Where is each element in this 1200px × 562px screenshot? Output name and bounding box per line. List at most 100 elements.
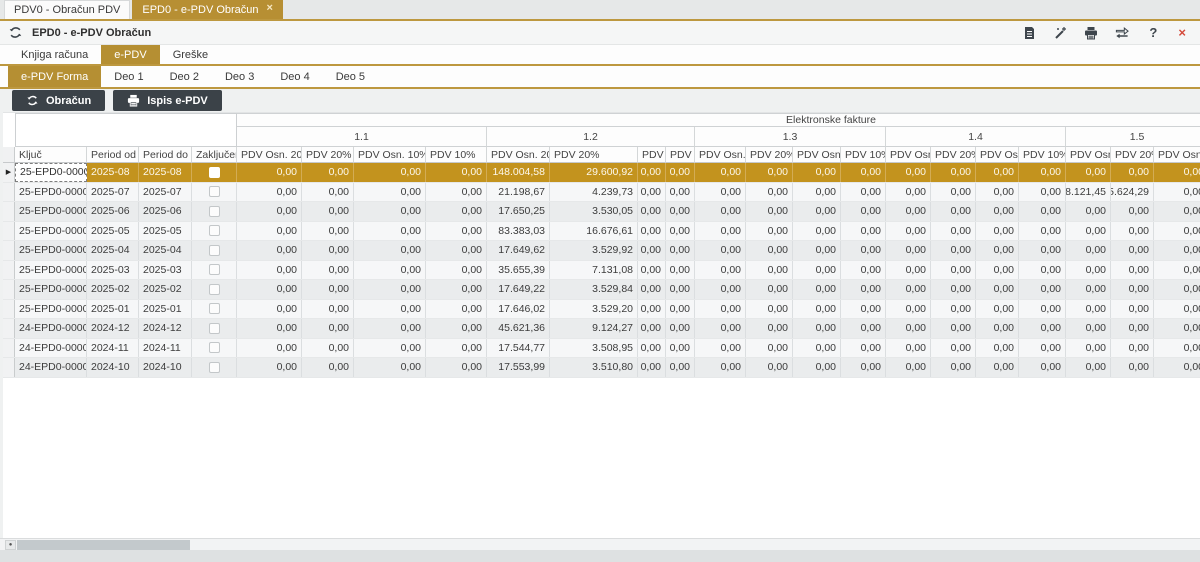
zakljucen-checkbox[interactable] <box>208 166 220 178</box>
cell-value[interactable]: 0,00 <box>886 280 931 299</box>
cell-value[interactable]: 7.131,08 <box>550 260 638 279</box>
cell-kljuc[interactable]: 25-EPD0-000002 <box>15 280 87 299</box>
cell-value[interactable]: 0,00 <box>1019 319 1066 338</box>
cell-period-od[interactable]: 2025-03 <box>87 260 139 279</box>
cell-period-do[interactable]: 2024-10 <box>139 358 192 377</box>
cell-value[interactable]: 0,00 <box>976 319 1019 338</box>
cell-kljuc[interactable]: 25-EPD0-000008 <box>15 163 87 182</box>
row-selector-cell[interactable] <box>3 221 15 240</box>
cell-value[interactable]: 0,00 <box>695 358 746 377</box>
cell-value[interactable]: 0,00 <box>695 221 746 240</box>
cell-value[interactable]: 0,00 <box>638 182 666 201</box>
cell-value[interactable]: 0,00 <box>666 182 695 201</box>
cell-value[interactable]: 0,00 <box>237 358 302 377</box>
column-header[interactable]: PDV 20% <box>746 147 793 163</box>
cell-value[interactable]: 0,00 <box>695 299 746 318</box>
cell-value[interactable]: 0,00 <box>666 221 695 240</box>
row-selector-cell[interactable] <box>3 202 15 221</box>
column-header[interactable]: PDV Osn. 10% <box>976 147 1019 163</box>
cell-value[interactable]: 0,00 <box>1019 182 1066 201</box>
row-selector-cell[interactable] <box>3 299 15 318</box>
cell-value[interactable]: 0,00 <box>237 241 302 260</box>
cell-value[interactable]: 0,00 <box>1111 202 1154 221</box>
zakljucen-checkbox[interactable] <box>208 244 220 256</box>
zakljucen-checkbox[interactable] <box>208 361 220 373</box>
cell-value[interactable]: 0,00 <box>426 338 487 357</box>
cell-value[interactable]: 0,00 <box>931 338 976 357</box>
column-header[interactable]: PDV 20% <box>931 147 976 163</box>
zakljucen-checkbox[interactable] <box>208 186 220 198</box>
table-row[interactable]: 24-EPD0-0000032024-122024-120,000,000,00… <box>3 319 1200 339</box>
cell-value[interactable]: 0,00 <box>1066 338 1111 357</box>
column-header[interactable]: PDV Osn. 10% <box>354 147 426 163</box>
cell-value[interactable]: 17.646,02 <box>487 299 550 318</box>
column-header[interactable]: Period od <box>87 147 139 163</box>
cell-value[interactable]: 0,00 <box>302 299 354 318</box>
cell-value[interactable]: 0,00 <box>793 338 841 357</box>
cell-value[interactable]: 0,00 <box>354 338 426 357</box>
cell-period-do[interactable]: 2025-07 <box>139 182 192 201</box>
column-header[interactable]: Ključ <box>15 147 87 163</box>
cell-kljuc[interactable]: 25-EPD0-000001 <box>15 299 87 318</box>
cell-value[interactable]: 0,00 <box>931 182 976 201</box>
column-header[interactable]: PDV Osn. 20% <box>237 147 302 163</box>
cell-value[interactable]: 0,00 <box>931 202 976 221</box>
zakljucen-checkbox[interactable] <box>208 322 220 334</box>
cell-value[interactable]: 0,00 <box>638 299 666 318</box>
column-header[interactable]: PDV Osn. 10% <box>638 147 666 163</box>
cell-value[interactable]: 17.649,62 <box>487 241 550 260</box>
cell-value[interactable]: 0,00 <box>638 338 666 357</box>
cell-kljuc[interactable]: 25-EPD0-000006 <box>15 202 87 221</box>
cell-value[interactable]: 0,00 <box>1111 338 1154 357</box>
cell-value[interactable]: 0,00 <box>354 319 426 338</box>
cell-value[interactable]: 0,00 <box>302 221 354 240</box>
cell-value[interactable]: 0,00 <box>1066 358 1111 377</box>
column-header[interactable]: PDV Osn. 20% <box>695 147 746 163</box>
column-header[interactable]: PDV 20% <box>550 147 638 163</box>
cell-value[interactable]: 0,00 <box>976 260 1019 279</box>
subtab-deo-3[interactable]: Deo 3 <box>212 66 267 87</box>
row-selector-cell[interactable] <box>3 358 15 377</box>
cell-period-do[interactable]: 2024-12 <box>139 319 192 338</box>
cell-zakljucen[interactable] <box>192 221 237 240</box>
cell-value[interactable]: 0,00 <box>666 202 695 221</box>
cell-value[interactable]: 0,00 <box>931 260 976 279</box>
zakljucen-checkbox[interactable] <box>208 225 220 237</box>
report-icon[interactable] <box>1022 26 1036 40</box>
cell-value[interactable]: 0,00 <box>1154 182 1200 201</box>
cell-zakljucen[interactable] <box>192 319 237 338</box>
cell-period-do[interactable]: 2024-11 <box>139 338 192 357</box>
cell-value[interactable]: 0,00 <box>302 202 354 221</box>
cell-value[interactable]: 0,00 <box>302 182 354 201</box>
cell-zakljucen[interactable] <box>192 260 237 279</box>
cell-period-do[interactable]: 2025-04 <box>139 241 192 260</box>
transfer-icon[interactable] <box>1115 26 1130 40</box>
cell-value[interactable]: 29.600,92 <box>550 163 638 182</box>
cell-value[interactable]: 0,00 <box>426 182 487 201</box>
cell-value[interactable]: 0,00 <box>1154 241 1200 260</box>
cell-kljuc[interactable]: 25-EPD0-000007 <box>15 182 87 201</box>
column-header[interactable]: PDV Osn. 10% <box>1154 147 1200 163</box>
cell-value[interactable]: 0,00 <box>695 319 746 338</box>
table-row[interactable]: 25-EPD0-0000072025-072025-070,000,000,00… <box>3 182 1200 202</box>
cell-value[interactable]: 0,00 <box>354 299 426 318</box>
column-header[interactable]: PDV 10% <box>666 147 695 163</box>
cell-value[interactable]: 0,00 <box>746 221 793 240</box>
cell-value[interactable]: 0,00 <box>426 221 487 240</box>
cell-value[interactable]: 21.198,67 <box>487 182 550 201</box>
cell-value[interactable]: 0,00 <box>886 202 931 221</box>
cell-zakljucen[interactable] <box>192 299 237 318</box>
cell-value[interactable]: 0,00 <box>1111 221 1154 240</box>
row-selector-cell[interactable] <box>3 182 15 201</box>
cell-value[interactable]: 0,00 <box>886 338 931 357</box>
table-row[interactable]: 25-EPD0-0000012025-012025-010,000,000,00… <box>3 299 1200 319</box>
cell-period-od[interactable]: 2024-11 <box>87 338 139 357</box>
cell-value[interactable]: 0,00 <box>746 280 793 299</box>
cell-value[interactable]: 0,00 <box>746 163 793 182</box>
cell-value[interactable]: 0,00 <box>976 182 1019 201</box>
cell-period-od[interactable]: 2024-12 <box>87 319 139 338</box>
mdi-tab[interactable]: EPD0 - e-PDV Obračun × <box>132 0 283 19</box>
cell-value[interactable]: 35.655,39 <box>487 260 550 279</box>
row-selector-cell[interactable] <box>3 241 15 260</box>
cell-value[interactable]: 0,00 <box>354 260 426 279</box>
